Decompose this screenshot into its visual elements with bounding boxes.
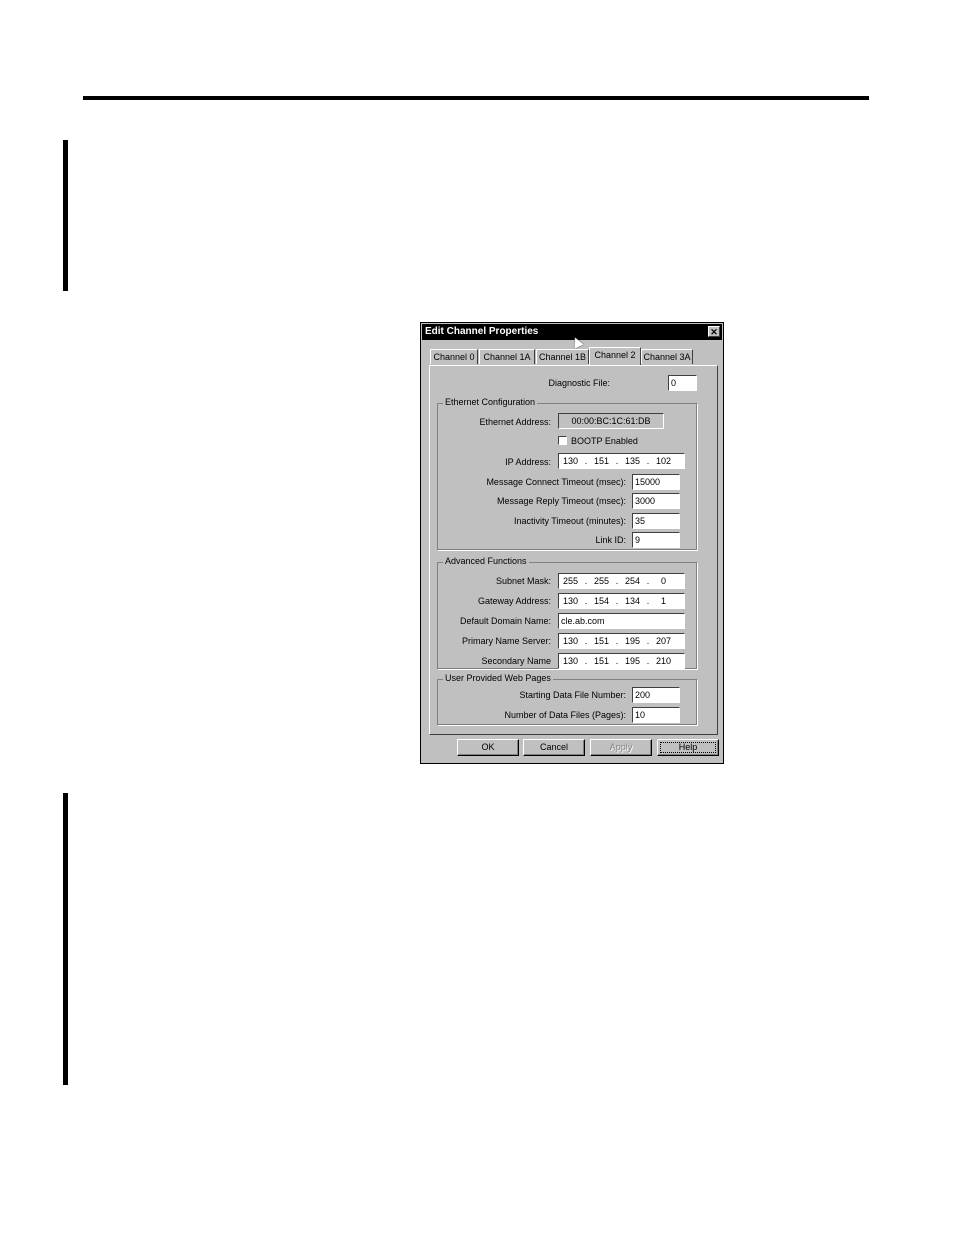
tab-channel-1a[interactable]: Channel 1A: [479, 349, 535, 364]
link-id-field[interactable]: 9: [632, 532, 680, 548]
change-bar-bottom: [63, 793, 68, 1085]
octet-separator: .: [646, 656, 650, 666]
ip-octet-4: 102: [655, 456, 672, 466]
tab-channel-0[interactable]: Channel 0: [430, 349, 478, 364]
default-domain-label: Default Domain Name:: [459, 616, 551, 626]
octet-separator: .: [646, 456, 650, 466]
octet-separator: .: [584, 636, 588, 646]
connect-timeout-label: Message Connect Timeout (msec):: [486, 477, 626, 487]
change-bar-top: [63, 140, 68, 291]
advanced-functions-group: Advanced Functions Subnet Mask: 255. 255…: [437, 556, 697, 669]
edit-channel-properties-dialog: Edit Channel Properties ✕ Channel 0 Chan…: [420, 322, 724, 764]
apply-button-label: Apply: [609, 742, 633, 752]
subnet-octet-1: 255: [562, 576, 579, 586]
inactivity-timeout-label: Inactivity Timeout (minutes):: [513, 516, 626, 526]
gateway-octet-1: 130: [562, 596, 579, 606]
diagnostic-file-field[interactable]: 0: [668, 375, 697, 391]
ip-address-label: IP Address:: [505, 457, 551, 467]
link-id-label: Link ID:: [595, 535, 626, 545]
ethernet-address-field: 00:00:BC:1C:61:DB: [558, 413, 664, 429]
help-button-label: Help: [678, 742, 698, 752]
tab-channel-3a[interactable]: Channel 3A: [641, 349, 693, 364]
octet-separator: .: [615, 636, 619, 646]
subnet-octet-2: 255: [593, 576, 610, 586]
reply-timeout-field[interactable]: 3000: [632, 493, 680, 509]
octet-separator: .: [646, 596, 650, 606]
dialog-title: Edit Channel Properties: [425, 326, 539, 337]
secondary-octet-4: 210: [655, 656, 672, 666]
secondary-octet-1: 130: [562, 656, 579, 666]
gateway-octet-3: 134: [624, 596, 641, 606]
ethernet-address-label: Ethernet Address:: [479, 417, 551, 427]
octet-separator: .: [584, 656, 588, 666]
tab-page-channel-2: Diagnostic File: 0 Ethernet Configuratio…: [429, 365, 718, 735]
ip-octet-3: 135: [624, 456, 641, 466]
bootp-enabled-checkbox[interactable]: [558, 436, 567, 445]
ethernet-configuration-title: Ethernet Configuration: [443, 397, 538, 407]
close-icon: ✕: [710, 327, 718, 337]
primary-octet-4: 207: [655, 636, 672, 646]
octet-separator: .: [584, 456, 588, 466]
octet-separator: .: [615, 576, 619, 586]
number-of-data-files-field[interactable]: 10: [632, 707, 680, 723]
cancel-button[interactable]: Cancel: [523, 739, 585, 756]
diagnostic-file-label: Diagnostic File:: [548, 378, 610, 388]
number-of-data-files-label: Number of Data Files (Pages):: [504, 710, 626, 720]
subnet-mask-label: Subnet Mask:: [495, 576, 551, 586]
ip-octet-1: 130: [562, 456, 579, 466]
ip-octet-2: 151: [593, 456, 610, 466]
reply-timeout-label: Message Reply Timeout (msec):: [496, 496, 626, 506]
gateway-address-label: Gateway Address:: [477, 596, 551, 606]
primary-octet-1: 130: [562, 636, 579, 646]
cancel-button-label: Cancel: [539, 742, 568, 752]
close-button[interactable]: ✕: [708, 326, 720, 337]
octet-separator: .: [584, 596, 588, 606]
octet-separator: .: [615, 656, 619, 666]
secondary-name-field[interactable]: 130. 151. 195. 210: [558, 653, 685, 669]
inactivity-timeout-field[interactable]: 35: [632, 513, 680, 529]
secondary-octet-3: 195: [624, 656, 641, 666]
user-web-pages-title: User Provided Web Pages: [443, 673, 553, 683]
subnet-mask-field[interactable]: 255. 255. 254. 0: [558, 573, 685, 589]
starting-data-file-field[interactable]: 200: [632, 687, 680, 703]
ethernet-configuration-group: Ethernet Configuration Ethernet Address:…: [437, 397, 697, 550]
connect-timeout-field[interactable]: 15000: [632, 474, 680, 490]
gateway-octet-2: 154: [593, 596, 610, 606]
advanced-functions-title: Advanced Functions: [443, 556, 529, 566]
primary-name-server-label: Primary Name Server:: [461, 636, 551, 646]
help-button[interactable]: Help: [657, 739, 719, 756]
subnet-octet-4: 0: [660, 576, 666, 586]
octet-separator: .: [646, 576, 650, 586]
user-web-pages-group: User Provided Web Pages Starting Data Fi…: [437, 673, 697, 725]
default-domain-field[interactable]: cle.ab.com: [558, 613, 685, 629]
starting-data-file-label: Starting Data File Number:: [519, 690, 626, 700]
ok-button-label: OK: [481, 742, 495, 752]
bootp-enabled-label[interactable]: BOOTP Enabled: [571, 436, 638, 446]
help-button-focus-rect: Help: [660, 742, 716, 753]
apply-button[interactable]: Apply: [590, 739, 652, 756]
subnet-octet-3: 254: [624, 576, 641, 586]
secondary-octet-2: 151: [593, 656, 610, 666]
octet-separator: .: [646, 636, 650, 646]
ip-address-field[interactable]: 130. 151. 135. 102: [558, 453, 685, 469]
primary-octet-2: 151: [593, 636, 610, 646]
secondary-name-label: Secondary Name: [481, 656, 551, 666]
primary-name-server-field[interactable]: 130. 151. 195. 207: [558, 633, 685, 649]
octet-separator: .: [584, 576, 588, 586]
octet-separator: .: [615, 596, 619, 606]
gateway-address-field[interactable]: 130. 154. 134. 1: [558, 593, 685, 609]
octet-separator: .: [615, 456, 619, 466]
header-rule: [83, 96, 869, 100]
tab-channel-2[interactable]: Channel 2: [589, 347, 641, 365]
tab-channel-1b[interactable]: Channel 1B: [536, 349, 589, 364]
ok-button[interactable]: OK: [457, 739, 519, 756]
primary-octet-3: 195: [624, 636, 641, 646]
gateway-octet-4: 1: [660, 596, 666, 606]
